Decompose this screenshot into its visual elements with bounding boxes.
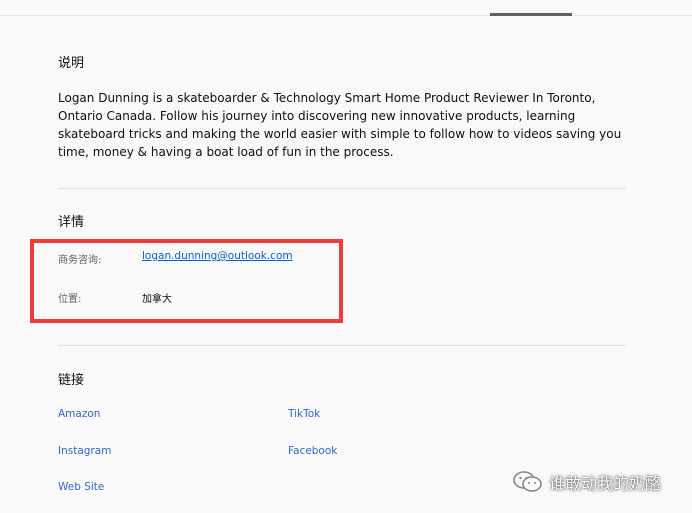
- wechat-icon: [513, 471, 542, 492]
- channel-about-page: 说明 Logan Dunning is a skateboarder & Tec…: [0, 0, 692, 513]
- section-divider: [58, 188, 626, 189]
- channel-tab-strip: [0, 0, 692, 16]
- watermark-text: 谁敢动我的奶酪: [549, 474, 662, 493]
- link-website[interactable]: Web Site: [58, 481, 104, 493]
- watermark: 谁敢动我的奶酪: [513, 470, 661, 494]
- link-facebook[interactable]: Facebook: [288, 445, 337, 457]
- links-heading: 链接: [58, 373, 85, 388]
- description-heading: 说明: [58, 56, 85, 71]
- section-divider: [58, 345, 626, 346]
- details-heading: 详情: [58, 215, 85, 230]
- link-amazon[interactable]: Amazon: [58, 408, 100, 420]
- red-highlight-box: [30, 239, 343, 323]
- link-tiktok[interactable]: TikTok: [288, 408, 320, 420]
- link-instagram[interactable]: Instagram: [58, 445, 111, 457]
- active-tab-indicator: [490, 13, 572, 16]
- channel-description: Logan Dunning is a skateboarder & Techno…: [58, 91, 622, 159]
